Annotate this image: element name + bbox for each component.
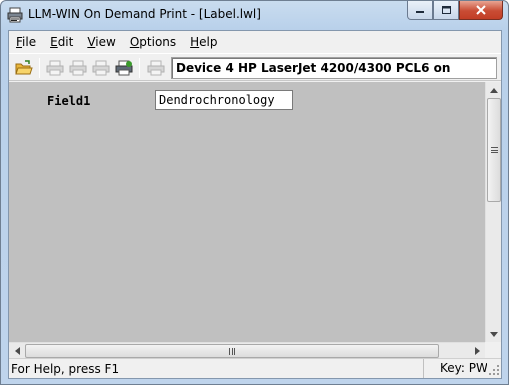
print-icon — [46, 60, 64, 76]
vertical-scroll-thumb[interactable] — [487, 98, 501, 202]
toolbar-separator — [139, 58, 140, 78]
status-help-text: For Help, press F1 — [11, 362, 120, 376]
print-setup-button[interactable] — [90, 58, 112, 78]
menu-file[interactable]: File — [9, 31, 43, 53]
label-canvas: Field1 Dendrochronology — [9, 82, 485, 342]
toolbar-separator — [39, 58, 40, 78]
caption-buttons — [407, 1, 503, 20]
status-bar: For Help, press F1 Key: PW- — [9, 358, 501, 378]
open-button[interactable] — [13, 58, 35, 78]
print-preview-button[interactable] — [67, 58, 89, 78]
menu-view[interactable]: View — [80, 31, 122, 53]
scroll-up-button[interactable] — [486, 82, 502, 98]
scroll-right-button[interactable] — [469, 343, 485, 359]
print-button[interactable] — [44, 58, 66, 78]
horizontal-scroll-thumb[interactable] — [25, 344, 439, 358]
menu-help[interactable]: Help — [183, 31, 224, 53]
horizontal-scrollbar[interactable] — [9, 342, 485, 358]
menu-options[interactable]: Options — [123, 31, 183, 53]
device-selector[interactable]: Device 4 HP LaserJet 4200/4300 PCL6 on — [171, 57, 497, 79]
arrow-left-icon — [14, 347, 20, 355]
printer-app-icon — [7, 7, 23, 23]
field-label: Field1 — [47, 94, 91, 108]
print-setup-icon — [92, 60, 110, 76]
printer-button[interactable] — [145, 58, 167, 78]
client-area: File Edit View Options Help Device 4 HP … — [8, 30, 502, 379]
printer-icon — [147, 60, 165, 76]
close-button[interactable] — [459, 1, 503, 20]
minimize-icon — [416, 11, 424, 13]
open-folder-icon — [15, 60, 33, 75]
arrow-up-icon — [490, 87, 498, 93]
arrow-down-icon — [490, 331, 498, 337]
close-icon — [476, 5, 486, 15]
window-title: LLM-WIN On Demand Print - [Label.lwl] — [28, 7, 261, 21]
scrollbar-corner — [485, 342, 501, 358]
scroll-left-button[interactable] — [9, 343, 25, 359]
title-bar[interactable]: LLM-WIN On Demand Print - [Label.lwl] — [1, 1, 508, 29]
minimize-button[interactable] — [407, 1, 433, 20]
size-grip-icon[interactable] — [487, 363, 500, 376]
print-preview-icon — [69, 60, 87, 76]
menu-bar: File Edit View Options Help — [9, 31, 501, 53]
status-key: Key: PW- — [423, 359, 487, 378]
print-batch-icon — [115, 60, 133, 76]
app-window: LLM-WIN On Demand Print - [Label.lwl] Fi… — [0, 0, 509, 385]
grip-icon — [490, 147, 498, 153]
field1-input[interactable]: Dendrochronology — [155, 90, 293, 110]
maximize-icon — [441, 6, 451, 14]
arrow-right-icon — [474, 347, 480, 355]
menu-edit[interactable]: Edit — [43, 31, 80, 53]
grip-icon — [229, 347, 235, 355]
vertical-scrollbar[interactable] — [485, 82, 501, 342]
maximize-button[interactable] — [433, 1, 459, 20]
label-workspace: Field1 Dendrochronology — [9, 82, 501, 358]
scroll-down-button[interactable] — [486, 326, 502, 342]
toolbar: Device 4 HP LaserJet 4200/4300 PCL6 on — [9, 53, 501, 81]
print-batch-button[interactable] — [113, 58, 135, 78]
